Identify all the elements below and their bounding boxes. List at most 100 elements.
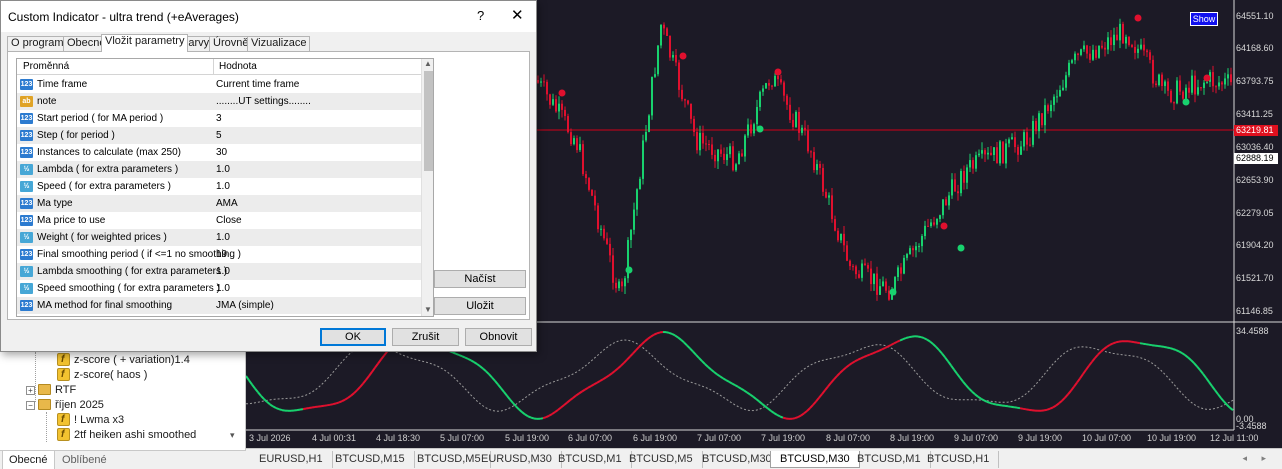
help-button[interactable]: ? [477, 8, 484, 23]
parameter-value[interactable]: Close [216, 215, 242, 226]
table-row[interactable]: 123 MA method for final smoothing JMA (sim… [17, 297, 421, 314]
expand-icon[interactable]: + [26, 386, 35, 395]
reset-button[interactable]: Obnovit [465, 328, 532, 346]
oscillator-line [617, 364, 622, 370]
parameter-value[interactable]: JMA (simple) [216, 300, 274, 311]
table-row[interactable]: ½ Lambda smoothing ( for extra parameters… [17, 263, 421, 280]
tab-inputs[interactable]: Vložit parametry [101, 34, 189, 52]
oscillator-line [1115, 340, 1120, 344]
table-row[interactable]: ½ Lambda ( for extra parameters ) 1.0 [17, 161, 421, 178]
candle-body [537, 80, 539, 83]
oscillator-line [701, 360, 706, 365]
navigator-item[interactable]: 2tf heiken ashi smoothed [57, 427, 196, 443]
double-type-icon: ½ [20, 232, 33, 243]
table-row[interactable]: 123 Start period ( for MA period ) 3 [17, 110, 421, 127]
candle-body [618, 281, 620, 289]
time-label: 4 Jul 18:30 [376, 433, 421, 443]
tab-levels[interactable]: Úrovně [209, 36, 253, 51]
candle-body [942, 199, 944, 216]
table-row[interactable]: 123 Ma type AMA [17, 195, 421, 212]
column-header-value[interactable]: Hodnota [219, 61, 257, 72]
oscillator-line [614, 367, 619, 372]
symbol-tab[interactable]: BTCUSD,M15 [326, 451, 415, 468]
candle-body [915, 246, 917, 251]
oscillator-line [1022, 407, 1027, 411]
dialog-titlebar[interactable]: Custom Indicator - ultra trend (+eAverag… [1, 1, 536, 32]
candle-body [861, 263, 863, 278]
parameter-value[interactable]: 1.0 [216, 266, 230, 277]
time-label: 5 Jul 19:00 [505, 433, 550, 443]
table-row[interactable]: 123 Step ( for period ) 5 [17, 127, 421, 144]
column-divider[interactable] [213, 59, 214, 75]
parameter-value[interactable]: Current time frame [216, 79, 299, 90]
oscillator-line [1088, 361, 1093, 367]
candle-body [600, 228, 602, 230]
oscillator-line [359, 382, 364, 388]
scrollbar-thumb[interactable] [424, 71, 433, 171]
symbol-tab[interactable]: BTCUSD,H1 [918, 451, 1000, 468]
candle-body [870, 268, 872, 285]
collapse-icon[interactable]: − [26, 401, 35, 410]
load-button[interactable]: Načíst [434, 270, 526, 288]
parameter-value[interactable]: 1.0 [216, 181, 230, 192]
symbol-tab[interactable]: BTCUSD,M30 [693, 451, 782, 468]
candle-body [1005, 143, 1007, 164]
oscillator-line [1211, 385, 1216, 391]
tab-visualization[interactable]: Vizualizace [247, 36, 311, 51]
table-row[interactable]: 123 Ma price to use Close [17, 212, 421, 229]
parameter-value[interactable]: 30 [216, 147, 227, 158]
table-row[interactable]: ½ Weight ( for weighted prices ) 1.0 [17, 229, 421, 246]
ok-button[interactable]: OK [320, 328, 386, 346]
candle-body [993, 147, 995, 156]
tab-scroll-arrows[interactable]: ◂ ▸ [1242, 453, 1272, 464]
symbol-tab[interactable]: BTCUSD,M5 [620, 451, 703, 468]
save-button[interactable]: Uložit [434, 297, 526, 315]
table-row[interactable]: ½ Speed smoothing ( for extra parameters … [17, 280, 421, 297]
oscillator-line [476, 363, 481, 368]
show-button[interactable]: Show [1190, 12, 1218, 26]
candle-body [1218, 82, 1220, 87]
table-row[interactable]: ½ Speed ( for extra parameters ) 1.0 [17, 178, 421, 195]
table-row[interactable]: abnote1........Alerts settings........ [17, 314, 421, 316]
candle-body [924, 225, 926, 237]
oscillator-line [569, 397, 574, 401]
scroll-down-icon[interactable]: ▼ [424, 305, 432, 314]
candle-body [909, 248, 911, 255]
table-row[interactable]: ab note ........UT settings........ [17, 93, 421, 110]
scroll-up-icon[interactable]: ▲ [424, 59, 432, 68]
candle-body [630, 229, 632, 241]
column-header-variable[interactable]: Proměnná [23, 61, 69, 72]
close-button[interactable]: ✕ [511, 6, 524, 24]
navigator-folder[interactable]: + RTF [26, 383, 76, 398]
parameter-value[interactable]: 5 [216, 130, 222, 141]
oscillator-line [470, 359, 475, 363]
table-row[interactable]: 123 Instances to calculate (max 250) 30 [17, 144, 421, 161]
navigator-tab-favorites[interactable]: Oblíbené [56, 451, 113, 469]
symbol-tab-active[interactable]: BTCUSD,M30 [770, 451, 860, 468]
oscillator-line [281, 409, 286, 412]
navigator-tab-general[interactable]: Obecné [2, 451, 55, 469]
parameter-value[interactable]: 3 [216, 113, 222, 124]
table-row[interactable]: 123 Time frame Current time frame [17, 76, 421, 93]
cancel-button[interactable]: Zrušit [392, 328, 459, 346]
navigator-item[interactable]: z-score ( + variation)1.4 [57, 352, 190, 368]
parameter-value[interactable]: ........UT settings........ [216, 96, 311, 107]
buy-signal-icon [957, 244, 965, 252]
chevron-down-icon[interactable]: ▾ [230, 430, 242, 440]
navigator-item[interactable]: z-score( haos ) [57, 367, 147, 383]
parameter-value[interactable]: AMA [216, 198, 238, 209]
symbol-tab[interactable]: EURUSD,H1 [250, 451, 333, 468]
time-label: 7 Jul 07:00 [697, 433, 742, 443]
parameter-value[interactable]: 1.0 [216, 283, 230, 294]
table-scrollbar[interactable]: ▲ ▼ [421, 59, 433, 316]
parameter-value[interactable]: 1.0 [216, 164, 230, 175]
oscillator-line [1091, 357, 1096, 363]
candle-body [1134, 46, 1136, 53]
navigator-item[interactable]: ! Lwma x3 [57, 412, 124, 428]
parameter-value[interactable]: 1.0 [216, 232, 230, 243]
navigator-folder[interactable]: − říjen 2025 [26, 398, 104, 413]
candle-body [930, 222, 932, 227]
parameter-value[interactable]: 19 [216, 249, 227, 260]
table-row[interactable]: 123 Final smoothing period ( if <=1 no sm… [17, 246, 421, 263]
parameter-name: Ma type [37, 198, 73, 209]
